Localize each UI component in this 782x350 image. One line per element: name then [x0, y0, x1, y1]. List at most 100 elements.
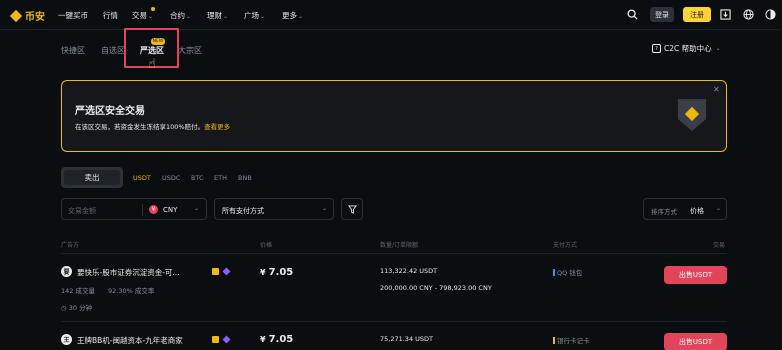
currency-symbol: ¥: [260, 268, 266, 277]
nav-item-more[interactable]: 更多⌄: [282, 10, 303, 21]
help-center-label: C2C 帮助中心: [664, 44, 712, 53]
shield-icon: [678, 99, 706, 131]
hand-cursor-icon: ☝: [148, 57, 156, 72]
tab-quick-zone[interactable]: 快捷区: [61, 45, 85, 56]
help-book-icon: ?: [652, 44, 661, 53]
sort-value: 价格: [690, 207, 704, 215]
payment-time-value: 30 分钟: [68, 304, 93, 312]
verified-badge-icon: [222, 267, 231, 276]
globe-icon[interactable]: [742, 8, 754, 20]
divider: [61, 321, 727, 322]
available-amount: 75,271.34 USDT: [380, 335, 434, 343]
payment-method-value: 所有支付方式: [222, 207, 264, 215]
header-advertiser: 广告方: [61, 242, 80, 249]
chevron-down-icon: ⌄: [715, 45, 721, 52]
nav-item-label: 一键买币: [58, 11, 88, 20]
verified-badge-icon: [222, 335, 231, 344]
filter-icon: [347, 204, 357, 214]
banner-text: 在该区交易，若资金发生冻结享100%赔付。查看更多: [75, 121, 230, 131]
avatar[interactable]: 王: [61, 334, 72, 345]
divider: [61, 253, 727, 254]
chevron-down-icon: ⌄: [260, 13, 266, 20]
brand-logo[interactable]: 币安: [9, 8, 45, 23]
payment-method-select[interactable]: 所有支付方式 ⌄: [214, 198, 334, 220]
nav-item-label: 交易: [132, 11, 147, 20]
chevron-down-icon: ⌄: [148, 13, 154, 20]
chevron-down-icon: ⌄: [716, 205, 722, 212]
asset-tab-bnb[interactable]: BNB: [238, 174, 252, 182]
cny-currency-icon: ¥: [149, 205, 158, 214]
download-icon[interactable]: [719, 8, 731, 20]
avatar[interactable]: 要: [61, 266, 72, 277]
advertiser-name[interactable]: 要快乐-股市证券沉淀资金-可...: [77, 267, 180, 278]
order-count: 142 成交量: [61, 287, 95, 295]
nav-item-earn[interactable]: 理财⌄: [207, 10, 228, 21]
sort-select[interactable]: 排序方式 价格 ⌄: [643, 198, 727, 220]
header-limit: 数量/订单限额: [380, 242, 419, 249]
nav-item-label: 广场: [244, 11, 259, 20]
top-nav: 币安 一键买币 行情 交易⌄ 合约⌄ 理财⌄ 广场⌄ 更多⌄ 登录 注册: [0, 0, 782, 30]
trade-type-toggle: 卖出: [61, 167, 123, 188]
price: ¥7.05: [260, 334, 293, 345]
completion-rate: 92.30% 成交率: [108, 287, 155, 295]
nav-item-trade[interactable]: 交易⌄: [132, 10, 153, 21]
login-button[interactable]: 登录: [650, 7, 674, 22]
header-price: 价格: [260, 242, 273, 249]
nav-item-label: 合约: [170, 11, 185, 20]
payment-method: 银行卡记卡: [553, 335, 590, 345]
safety-banner: 严选区安全交易 在该区交易，若资金发生冻结享100%赔付。查看更多 ✕: [61, 80, 727, 152]
currency-selector[interactable]: CNY: [163, 206, 177, 214]
theme-toggle-icon[interactable]: [764, 8, 776, 20]
chevron-down-icon: ⌄: [223, 13, 229, 20]
payment-color-bar: [553, 268, 555, 276]
asset-tab-usdt[interactable]: USDT: [133, 174, 151, 182]
payment-method: QQ 钱包: [553, 267, 582, 277]
divider: [142, 204, 143, 216]
merchant-badge-icon: [212, 336, 219, 343]
asset-tab-eth[interactable]: ETH: [214, 174, 227, 182]
clock-icon: ◷: [61, 304, 67, 312]
asset-tab-usdc[interactable]: USDC: [162, 174, 180, 182]
header-trade: 交易: [713, 242, 726, 249]
payment-time: ◷ 30 分钟: [61, 302, 92, 312]
amount-input[interactable]: 交易金额 ¥ CNY ⌄: [61, 198, 207, 220]
payment-method-label: 银行卡记卡: [557, 337, 590, 345]
chevron-down-icon: ⌄: [194, 205, 200, 212]
nav-item-buy-crypto[interactable]: 一键买币: [58, 10, 88, 21]
sell-tab[interactable]: 卖出: [64, 170, 120, 185]
available-amount: 113,322.42 USDT: [380, 267, 438, 275]
tab-block-zone[interactable]: 大宗区: [178, 45, 202, 56]
amount-placeholder: 交易金额: [68, 207, 96, 215]
currency-symbol: ¥: [260, 335, 266, 344]
filter-button[interactable]: [341, 198, 363, 220]
price-value: 7.05: [268, 267, 294, 278]
header-payment: 支付方式: [553, 242, 578, 249]
order-limit: 200,000.00 CNY - 798,923.00 CNY: [380, 284, 492, 292]
nav-item-label: 更多: [282, 11, 297, 20]
view-more-link[interactable]: 查看更多: [204, 123, 230, 131]
payment-method-label: QQ 钱包: [557, 269, 583, 277]
new-dot-icon: [151, 7, 155, 11]
sell-usdt-button[interactable]: 出售USDT: [664, 266, 727, 284]
brand-name: 币安: [25, 12, 45, 23]
asset-tab-btc[interactable]: BTC: [191, 174, 204, 182]
nav-item-label: 行情: [103, 11, 118, 20]
banner-description: 在该区交易，若资金发生冻结享100%赔付。: [75, 123, 205, 131]
nav-item-markets[interactable]: 行情: [103, 10, 118, 21]
search-icon[interactable]: [626, 8, 638, 20]
banner-title: 严选区安全交易: [75, 106, 145, 117]
advertiser-name[interactable]: 王牌BB机-闽越资本-九年老商家: [77, 335, 183, 346]
price-value: 7.05: [268, 334, 294, 345]
nav-item-square[interactable]: 广场⌄: [244, 10, 265, 21]
nav-item-futures[interactable]: 合约⌄: [170, 10, 191, 21]
chevron-down-icon: ⌄: [322, 205, 328, 212]
nav-item-label: 理财: [207, 11, 222, 20]
tab-favorites-zone[interactable]: 自选区: [101, 45, 125, 56]
binance-logo-icon: [9, 9, 23, 22]
payment-color-bar: [553, 336, 555, 344]
help-center-dropdown[interactable]: ? C2C 帮助中心 ⌄: [652, 43, 721, 54]
chevron-down-icon: ⌄: [186, 13, 192, 20]
close-icon[interactable]: ✕: [713, 85, 720, 94]
sell-usdt-button[interactable]: 出售USDT: [664, 333, 727, 350]
register-button[interactable]: 注册: [683, 7, 711, 22]
